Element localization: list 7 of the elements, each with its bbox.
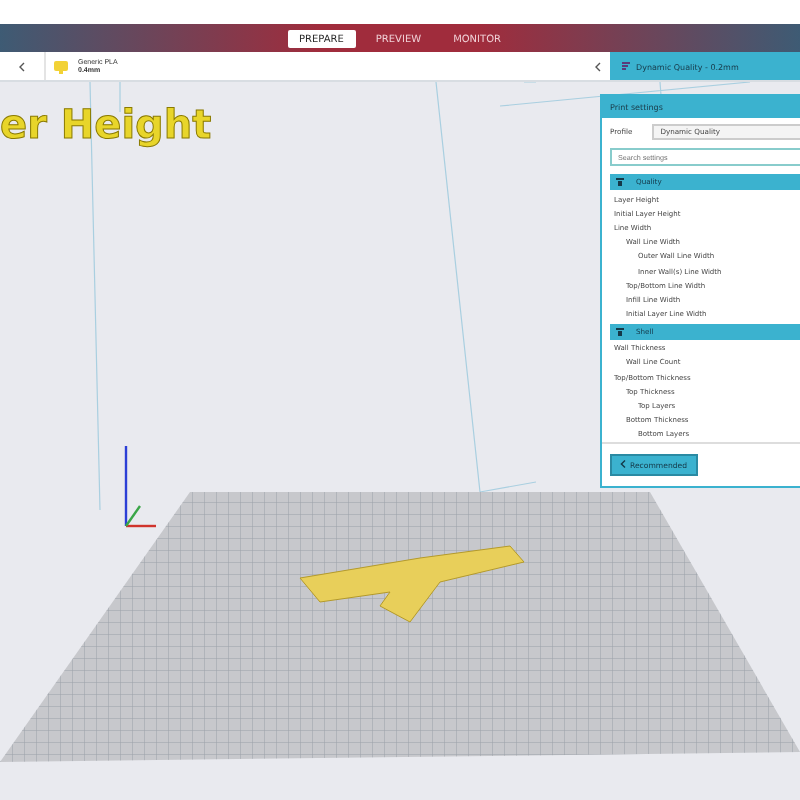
sliders-icon [622, 62, 630, 70]
chevron-left-icon [620, 460, 626, 468]
spool-icon [54, 59, 68, 73]
caret-icon [594, 61, 602, 71]
category-icon [616, 178, 624, 186]
viewport-title: er Height [0, 100, 212, 148]
category-icon [616, 327, 624, 336]
